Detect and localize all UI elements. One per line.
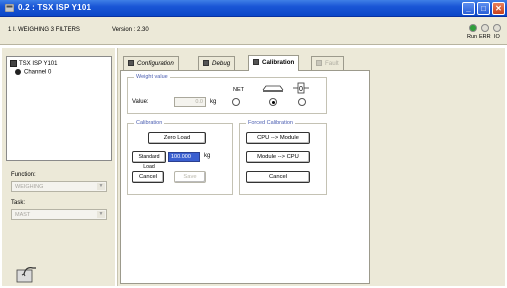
zero-radio[interactable]: [298, 98, 306, 106]
standard-load-input[interactable]: 100.000: [168, 152, 200, 162]
maximize-button[interactable]: □: [477, 2, 490, 15]
chevron-down-icon: ▼: [97, 183, 105, 190]
left-panel: TSX ISP Y101 Channel 0 Function: WEIGHIN…: [2, 48, 115, 286]
version-label: Version : 2.30: [112, 27, 149, 33]
zero-icon: 0: [293, 82, 309, 94]
tab-debug-label: Debug: [212, 60, 231, 67]
tab-fault: Fault: [311, 56, 344, 70]
weight-unit-label: kg: [210, 99, 217, 105]
calibration-icon: [253, 59, 259, 65]
save-button: Save: [174, 171, 206, 183]
module-name: 1 I. WEIGHING 3 FILTERS: [8, 27, 80, 33]
debug-icon: [203, 60, 209, 66]
zero-load-button[interactable]: Zero Load: [148, 132, 206, 144]
err-led-icon: [481, 24, 489, 32]
svg-text:0: 0: [299, 86, 303, 93]
forced-calibration-group: Forced Calibration CPU --> Module Module…: [239, 120, 327, 195]
err-led-label: ERR: [479, 34, 491, 40]
gross-radio[interactable]: [269, 98, 277, 106]
run-led-icon: [469, 24, 477, 32]
function-label: Function:: [11, 172, 36, 178]
title-bar: 0.2 : TSX ISP Y101 _ □ ✕: [0, 0, 507, 17]
cpu-to-module-button[interactable]: CPU --> Module: [246, 132, 310, 144]
module-to-cpu-button[interactable]: Module --> CPU: [246, 151, 310, 163]
tree-node-channel-label: Channel 0: [24, 69, 52, 76]
tab-calibration-label: Calibration: [262, 59, 295, 66]
weight-value-group: Weight value Value: 0.0 kg NET 0: [127, 74, 327, 114]
fault-icon: [316, 60, 322, 66]
net-radio[interactable]: [232, 98, 240, 106]
module-info-bar: 1 I. WEIGHING 3 FILTERS Version : 2.30 R…: [0, 17, 507, 45]
tab-configuration-label: Configuration: [137, 60, 174, 67]
window-title: 0.2 : TSX ISP Y101: [18, 3, 92, 12]
task-label: Task:: [11, 200, 26, 206]
weight-value-title: Weight value: [134, 74, 170, 80]
standard-load-button[interactable]: Standard Load: [132, 151, 166, 170]
standard-load-unit: kg: [204, 153, 211, 159]
tree-node-module[interactable]: TSX ISP Y101: [10, 60, 57, 67]
forced-calibration-title: Forced Calibration: [246, 120, 295, 126]
module-plug-icon[interactable]: [16, 265, 38, 283]
cancel-forced-button[interactable]: Cancel: [246, 171, 310, 183]
tab-debug[interactable]: Debug: [198, 56, 236, 70]
module-icon: [10, 60, 17, 67]
task-select-value: MAST: [15, 212, 31, 218]
tab-fault-label: Fault: [325, 60, 339, 67]
weight-value-field: 0.0: [174, 97, 206, 107]
io-led-icon: [493, 24, 501, 32]
tab-configuration[interactable]: Configuration: [123, 56, 179, 70]
configuration-icon: [128, 60, 134, 66]
value-label: Value:: [132, 99, 149, 105]
calibration-title: Calibration: [134, 120, 165, 126]
function-select[interactable]: WEIGHING ▼: [11, 181, 107, 192]
main-area: Configuration Debug Calibration Fault We…: [117, 48, 505, 286]
module-tree: TSX ISP Y101 Channel 0: [6, 56, 112, 161]
calibration-panel: Weight value Value: 0.0 kg NET 0 Calibra…: [120, 70, 370, 284]
cancel-calibration-button[interactable]: Cancel: [132, 171, 164, 183]
minimize-button[interactable]: _: [462, 2, 475, 15]
app-icon: [5, 4, 14, 12]
gross-scale-icon: [262, 85, 284, 92]
run-led-label: Run: [467, 34, 478, 40]
tab-calibration[interactable]: Calibration: [248, 55, 300, 71]
tree-node-module-label: TSX ISP Y101: [19, 61, 58, 68]
calibration-group: Calibration Zero Load Standard Load 100.…: [127, 120, 233, 195]
io-led-label: IO: [494, 34, 500, 40]
channel-icon: [15, 69, 21, 75]
function-select-value: WEIGHING: [15, 184, 44, 190]
close-button[interactable]: ✕: [492, 2, 505, 15]
chevron-down-icon: ▼: [97, 211, 105, 218]
task-select[interactable]: MAST ▼: [11, 209, 107, 220]
net-label: NET: [233, 87, 244, 93]
tree-node-channel[interactable]: Channel 0: [15, 69, 51, 76]
